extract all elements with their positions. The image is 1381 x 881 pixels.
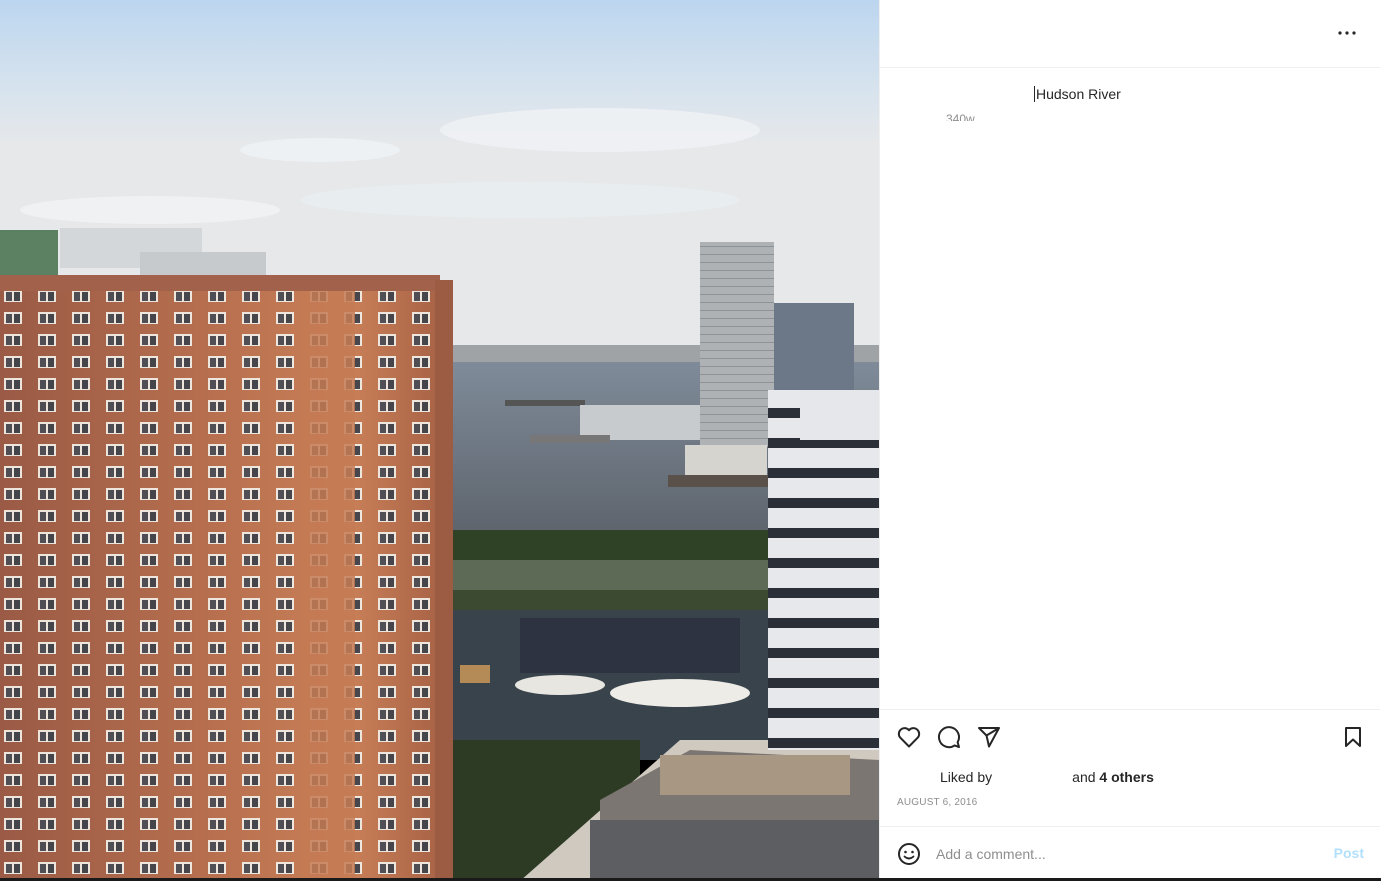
smiley-icon[interactable] [896, 841, 922, 867]
liked-by-prefix: Liked by [940, 769, 993, 785]
post-date[interactable]: AUGUST 6, 2016 [897, 797, 977, 808]
action-buttons-row [896, 724, 1366, 750]
post-caption: Hudson River [1034, 86, 1121, 102]
comment-bar: Post [880, 826, 1380, 881]
post-header [880, 0, 1380, 68]
post-time-ago[interactable]: 340w [946, 111, 975, 121]
bookmark-icon[interactable] [1340, 724, 1366, 750]
liked-by-middle: and [1072, 769, 1096, 785]
comment-input[interactable] [936, 844, 1316, 864]
comment-bubble-icon[interactable] [936, 724, 962, 750]
cityscape-image [0, 0, 879, 881]
caption-section: Hudson River 340w [880, 69, 1380, 709]
post-actions: Liked by and 4 others AUGUST 6, 2016 [880, 709, 1380, 827]
liked-by-others-link[interactable]: 4 others [1099, 769, 1153, 785]
post-comment-button[interactable]: Post [1334, 845, 1364, 861]
post-photo[interactable] [0, 0, 879, 881]
liked-by-text: Liked by and 4 others [940, 769, 1154, 785]
paper-plane-icon[interactable] [976, 724, 1002, 750]
post-detail-panel: Hudson River 340w Liked by and 4 others … [879, 0, 1381, 881]
heart-icon[interactable] [896, 724, 922, 750]
more-options-icon[interactable] [1334, 20, 1360, 46]
